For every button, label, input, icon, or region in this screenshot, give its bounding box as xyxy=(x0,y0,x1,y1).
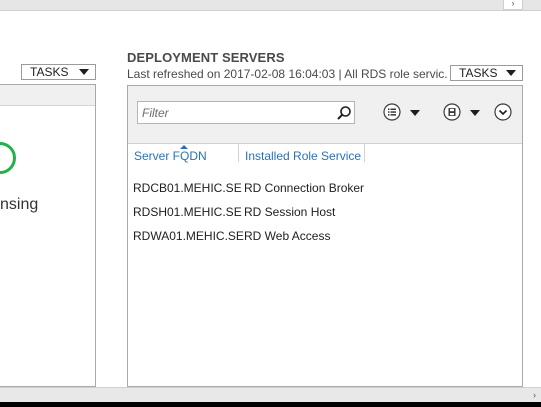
search-icon[interactable] xyxy=(336,105,352,121)
bottom-horizontal-scrollbar[interactable]: › xyxy=(0,387,541,403)
column-header-installed-role-service[interactable]: Installed Role Service xyxy=(245,149,361,163)
server-fqdn-cell: RDSH01.MEHIC.SE xyxy=(133,205,242,219)
filter-input[interactable] xyxy=(137,101,355,124)
column-header-server-fqdn[interactable]: Server FQDN xyxy=(134,149,207,163)
deployment-tasks-label: TASKS xyxy=(459,66,498,80)
scroll-right-button[interactable]: › xyxy=(503,0,523,10)
list-view-icon[interactable] xyxy=(383,103,401,121)
top-horizontal-scrollbar[interactable]: › xyxy=(0,0,541,11)
deployment-servers-title: DEPLOYMENT SERVERS xyxy=(127,50,285,65)
server-fqdn-cell: RDCB01.MEHIC.SE xyxy=(133,181,242,195)
licensing-label: nsing xyxy=(0,196,39,213)
window-bottom-edge xyxy=(0,402,541,407)
role-service-cell: RD Session Host xyxy=(244,205,336,219)
save-chevron-down-icon[interactable] xyxy=(470,110,480,116)
deployment-tasks-button[interactable]: TASKS xyxy=(450,65,523,81)
server-fqdn-cell: RDWA01.MEHIC.SE xyxy=(133,229,244,243)
list-view-chevron-down-icon[interactable] xyxy=(410,110,420,116)
column-divider[interactable] xyxy=(364,144,365,162)
left-tasks-label: TASKS xyxy=(30,65,69,79)
deployment-servers-panel: Server FQDN Installed Role Service RDCB0… xyxy=(127,85,523,387)
filter-toolbar xyxy=(128,86,522,144)
last-refreshed-text: Last refreshed on 2017-02-08 16:04:03 | … xyxy=(127,67,447,81)
chevron-down-icon xyxy=(506,70,516,76)
left-tasks-button[interactable]: TASKS xyxy=(21,64,96,80)
scroll-right-button[interactable]: › xyxy=(533,388,541,403)
left-panel-header xyxy=(0,85,95,106)
left-overview-panel xyxy=(0,84,96,387)
chevron-down-icon xyxy=(79,69,89,75)
role-service-cell: RD Web Access xyxy=(244,229,331,243)
role-service-cell: RD Connection Broker xyxy=(244,181,365,195)
column-divider[interactable] xyxy=(238,144,239,162)
expand-circle-icon[interactable] xyxy=(494,103,512,121)
save-icon[interactable] xyxy=(443,103,461,121)
